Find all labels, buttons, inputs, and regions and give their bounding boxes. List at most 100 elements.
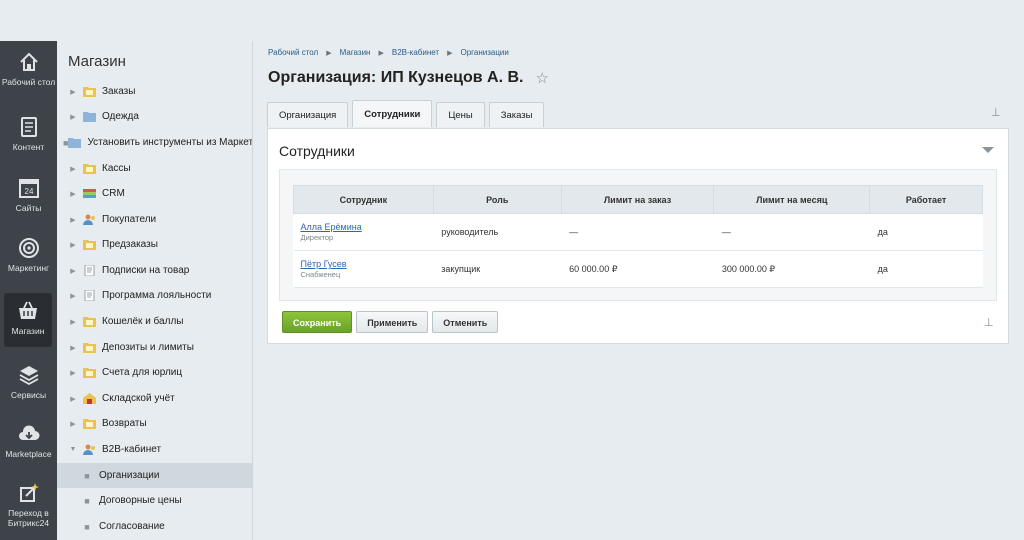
expand-arrow-icon[interactable]: ▶ bbox=[63, 267, 83, 275]
expand-arrow-icon[interactable]: ▶ bbox=[63, 113, 83, 121]
target-icon bbox=[18, 238, 39, 258]
tree-item-warehouse[interactable]: ▶ Складской учёт bbox=[57, 386, 252, 411]
employee-name-link[interactable]: Алла Ерёмина bbox=[301, 222, 434, 232]
employees-table: Сотрудник Роль Лимит на заказ Лимит на м… bbox=[293, 185, 983, 288]
expand-arrow-icon[interactable]: ▶ bbox=[63, 165, 83, 173]
warehouse-icon bbox=[83, 393, 96, 404]
expand-arrow-icon[interactable]: ▶ bbox=[63, 369, 83, 377]
breadcrumb-link[interactable]: Рабочий стол bbox=[268, 48, 318, 57]
tree-item-label: CRM bbox=[102, 188, 125, 199]
tree-item-preorders[interactable]: ▶ Предзаказы bbox=[57, 232, 252, 257]
rail-item-sites[interactable]: 24 Сайты bbox=[0, 177, 57, 213]
apply-button[interactable]: Применить bbox=[356, 311, 429, 333]
magic-wand-icon bbox=[19, 483, 39, 502]
collapse-arrow-icon[interactable]: ▼ bbox=[63, 446, 83, 453]
cloud-download-icon bbox=[18, 425, 39, 440]
rail-item-bitrix24[interactable]: Переход в Битрикс24 bbox=[0, 482, 57, 528]
column-header[interactable]: Лимит на заказ bbox=[560, 185, 715, 214]
breadcrumb-link[interactable]: Магазин bbox=[340, 48, 371, 57]
save-button[interactable]: Сохранить bbox=[282, 311, 353, 333]
rail-item-desktop[interactable]: Рабочий стол bbox=[0, 51, 57, 87]
shop-menu-tree: Магазин ▶ Заказы ▶ Одежда ■ Установить и… bbox=[57, 41, 253, 540]
rail-item-services[interactable]: Сервисы bbox=[0, 364, 57, 400]
basket-icon bbox=[19, 301, 37, 319]
top-strip bbox=[0, 0, 1024, 41]
form-buttons: Сохранить Применить Отменить bbox=[282, 311, 499, 333]
tree-item-deposits[interactable]: ▶ Депозиты и лимиты bbox=[57, 335, 252, 360]
tree-item-label: Складской учёт bbox=[102, 393, 175, 404]
tree-item-label: Предзаказы bbox=[102, 239, 158, 250]
expand-arrow-icon[interactable]: ▶ bbox=[63, 88, 83, 96]
cancel-button[interactable]: Отменить bbox=[432, 311, 499, 333]
expand-arrow-icon[interactable]: ▶ bbox=[63, 318, 83, 326]
tree-item-invoices[interactable]: ▶ Счета для юрлиц bbox=[57, 360, 252, 385]
employees-table-container: Сотрудник Роль Лимит на заказ Лимит на м… bbox=[279, 169, 997, 301]
tree-item-organizations[interactable]: ■ Организации bbox=[57, 463, 252, 488]
tree-item-label: Кассы bbox=[102, 163, 131, 174]
tab-organization[interactable]: Организация bbox=[267, 102, 349, 127]
bullet-icon: ■ bbox=[84, 521, 90, 532]
rail-item-label: Маркетинг bbox=[7, 263, 50, 273]
tree-item-returns[interactable]: ▶ Возвраты bbox=[57, 411, 252, 436]
tree-item-customers[interactable]: ▶ Покупатели bbox=[57, 207, 252, 232]
tree-item-wallet[interactable]: ▶ Кошелёк и баллы bbox=[57, 309, 252, 334]
rail-item-marketplace[interactable]: Marketplace bbox=[0, 423, 57, 459]
layers-icon bbox=[19, 366, 38, 386]
tab-orders[interactable]: Заказы bbox=[488, 102, 545, 127]
svg-text:24: 24 bbox=[24, 187, 33, 196]
main-menu-rail: Рабочий стол Контент 24 Сайты Маркетинг … bbox=[0, 41, 57, 540]
page-icon bbox=[84, 265, 95, 276]
column-header[interactable]: Лимит на месяц bbox=[713, 185, 871, 214]
rail-item-label: Рабочий стол bbox=[1, 77, 56, 87]
employee-cell: Алла Ерёмина Директор bbox=[293, 213, 434, 251]
employee-name-link[interactable]: Пётр Гусев bbox=[301, 259, 434, 269]
tree-item-label: Заказы bbox=[102, 86, 136, 97]
tree-item-crm[interactable]: ▶ CRM bbox=[57, 181, 252, 206]
pin-icon[interactable]: ⊥ bbox=[984, 316, 994, 329]
tree-item-loyalty[interactable]: ▶ Программа лояльности bbox=[57, 283, 252, 308]
tree-item-cashboxes[interactable]: ▶ Кассы bbox=[57, 156, 252, 181]
breadcrumb-separator-icon: ▶ bbox=[326, 49, 332, 57]
home-icon bbox=[19, 52, 38, 71]
pin-icon[interactable]: ⊥ bbox=[991, 106, 1001, 119]
rail-item-marketing[interactable]: Маркетинг bbox=[0, 237, 57, 273]
expand-arrow-icon[interactable]: ▶ bbox=[63, 344, 83, 352]
rail-item-content[interactable]: Контент bbox=[0, 116, 57, 152]
column-header[interactable]: Работает bbox=[869, 185, 983, 214]
expand-arrow-icon[interactable]: ▶ bbox=[63, 420, 83, 428]
folder-icon bbox=[83, 164, 96, 174]
tree-item-contract-prices[interactable]: ■ Договорные цены bbox=[57, 488, 252, 513]
expand-arrow-icon[interactable]: ▶ bbox=[63, 216, 83, 224]
tree-item-b2b[interactable]: ▼ B2B-кабинет bbox=[57, 437, 252, 462]
page-icon bbox=[84, 290, 95, 301]
column-header[interactable]: Сотрудник bbox=[293, 185, 434, 214]
tab-employees[interactable]: Сотрудники bbox=[352, 100, 433, 127]
expand-arrow-icon[interactable]: ▶ bbox=[63, 292, 83, 300]
tree-item-label: Установить инструменты из Маркетплейс bbox=[87, 137, 253, 148]
tree-item-clothes[interactable]: ▶ Одежда bbox=[57, 104, 252, 129]
column-header[interactable]: Роль bbox=[432, 185, 562, 214]
expand-arrow-icon[interactable]: ▶ bbox=[63, 190, 83, 198]
folder-blue-icon bbox=[83, 112, 96, 122]
folder-icon bbox=[83, 343, 96, 353]
tree-item-subscriptions[interactable]: ▶ Подписки на товар bbox=[57, 258, 252, 283]
rail-item-label: Контент bbox=[12, 142, 45, 152]
tab-prices[interactable]: Цены bbox=[436, 102, 485, 127]
favorite-star-icon[interactable]: ☆ bbox=[535, 69, 548, 87]
breadcrumb-separator-icon: ▶ bbox=[447, 49, 453, 57]
expand-arrow-icon[interactable]: ▶ bbox=[63, 395, 83, 403]
tree-item-label: Депозиты и лимиты bbox=[102, 342, 194, 353]
collapse-triangle-icon[interactable] bbox=[982, 147, 994, 153]
expand-arrow-icon[interactable]: ▶ bbox=[63, 241, 83, 249]
calendar-icon: 24 bbox=[18, 179, 39, 198]
folder-icon bbox=[83, 240, 96, 250]
month-limit-cell: — bbox=[713, 213, 870, 251]
tree-item-approval[interactable]: ■ Согласование bbox=[57, 514, 252, 539]
panel-title: Сотрудники bbox=[279, 143, 355, 159]
breadcrumb-link[interactable]: Организации bbox=[460, 48, 508, 57]
tree-item-install-tools[interactable]: ■ Установить инструменты из Маркетплейс bbox=[57, 130, 253, 155]
rail-item-shop[interactable]: Магазин bbox=[4, 293, 52, 347]
tree-item-orders[interactable]: ▶ Заказы bbox=[57, 79, 252, 104]
breadcrumb-link[interactable]: B2B-кабинет bbox=[392, 48, 439, 57]
document-icon bbox=[20, 117, 37, 137]
